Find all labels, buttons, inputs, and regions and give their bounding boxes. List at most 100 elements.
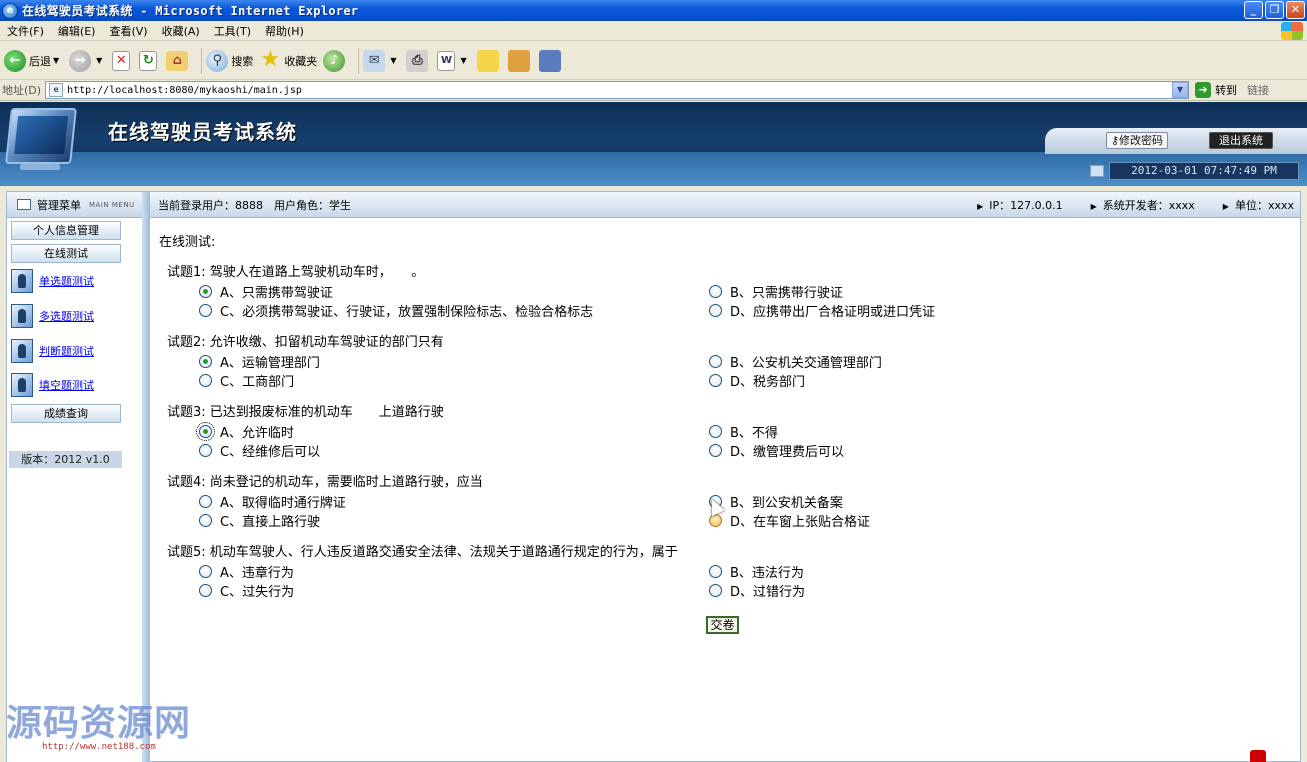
back-dropdown-icon[interactable]: ▼ (53, 56, 59, 65)
menu-icon (17, 199, 31, 210)
research-button[interactable] (507, 49, 533, 72)
messenger-button[interactable] (538, 49, 564, 72)
radio-button[interactable] (199, 374, 212, 387)
option-d[interactable]: D、应携带出厂合格证明或进口凭证 (677, 301, 935, 320)
edit-button[interactable]: W ▼ (437, 50, 470, 71)
option-d[interactable]: D、缴管理费后可以 (677, 441, 844, 460)
print-button[interactable]: ⎙ (406, 49, 431, 72)
menu-help[interactable]: 帮助(H) (258, 23, 311, 39)
restore-button[interactable]: ❐ (1265, 1, 1284, 19)
radio-button[interactable] (199, 304, 212, 317)
sidebar-link-multi-choice[interactable]: 多选题测试 (11, 302, 121, 330)
question-2: 试题2: 允许收缴、扣留机动车驾驶证的部门只有 A、运输管理部门 B、公安机关交通管… (167, 334, 1287, 390)
question-title: 试题5: 机动车驾驶人、行人违反道路交通安全法律、法规关于道路通行规定的行为，属… (167, 545, 678, 560)
radio-button[interactable] (709, 565, 722, 578)
link-label[interactable]: 多选题测试 (39, 308, 94, 324)
link-label[interactable]: 判断题测试 (39, 343, 94, 359)
sidebar-divider[interactable] (142, 192, 150, 762)
question-1: 试题1: 驾驶人在道路上驾驶机动车时， 。 A、只需携带驾驶证 B、只需携带行驶证 C… (167, 264, 1287, 320)
option-d[interactable]: D、税务部门 (677, 371, 805, 390)
stop-button[interactable]: ✕ (112, 50, 133, 71)
option-b[interactable]: B、不得 (677, 422, 778, 441)
option-d[interactable]: D、在车窗上张贴合格证 (677, 511, 870, 530)
menu-favorites[interactable]: 收藏(A) (155, 23, 207, 39)
option-c[interactable]: C、经维修后可以 (167, 441, 677, 460)
mail-dropdown-icon[interactable]: ▼ (390, 56, 396, 65)
home-button[interactable]: ⌂ (166, 50, 191, 71)
sidebar-item-scores[interactable]: 成绩查询 (11, 404, 121, 423)
radio-button[interactable] (709, 584, 722, 597)
developer-text: 系统开发者：xxxx (1102, 199, 1195, 212)
option-c[interactable]: C、过失行为 (167, 581, 677, 600)
minimize-button[interactable]: _ (1244, 1, 1263, 19)
sidebar-link-single-choice[interactable]: 单选题测试 (11, 267, 121, 295)
link-label[interactable]: 填空题测试 (39, 377, 94, 393)
radio-button[interactable] (199, 495, 212, 508)
radio-button[interactable] (709, 374, 722, 387)
media-button[interactable]: ♪ (323, 49, 348, 72)
edit-dropdown-icon[interactable]: ▼ (460, 56, 466, 65)
option-label: C、工商部门 (220, 375, 295, 390)
radio-button[interactable] (709, 355, 722, 368)
radio-button[interactable] (709, 304, 722, 317)
links-button[interactable]: 链接 (1247, 82, 1269, 98)
menu-title: 管理菜单 (37, 198, 81, 212)
back-arrow-icon: ← (4, 49, 26, 72)
radio-button[interactable] (196, 422, 215, 441)
menu-file[interactable]: 文件(F) (0, 23, 51, 39)
main-frame: 管理菜单 MAIN MENU 当前登录用户：8888 用户角色：学生 ▶ IP：1… (6, 191, 1301, 762)
go-button[interactable]: ➜ 转到 (1195, 82, 1237, 98)
sidebar-link-true-false[interactable]: 判断题测试 (11, 337, 121, 365)
option-label: B、到公安机关备案 (730, 496, 843, 511)
radio-button[interactable] (199, 444, 212, 457)
radio-button[interactable] (199, 514, 212, 527)
option-c[interactable]: C、工商部门 (167, 371, 677, 390)
radio-button[interactable] (709, 285, 722, 298)
option-c[interactable]: C、必须携带驾驶证、行驶证，放置强制保险标志、检验合格标志 (167, 301, 677, 320)
forward-button[interactable]: → ▼ (69, 49, 106, 72)
option-b[interactable]: B、到公安机关备案 (677, 492, 843, 511)
discuss-button[interactable] (476, 49, 502, 72)
address-input[interactable]: e http://localhost:8080/mykaoshi/main.js… (45, 81, 1190, 99)
close-button[interactable]: ✕ (1286, 1, 1305, 19)
option-d[interactable]: D、过错行为 (677, 581, 805, 600)
sidebar-item-personal-info[interactable]: 个人信息管理 (11, 221, 121, 240)
radio-button[interactable] (199, 285, 212, 298)
option-a[interactable]: A、取得临时通行牌证 (167, 492, 677, 511)
option-b[interactable]: B、违法行为 (677, 562, 804, 581)
address-dropdown-icon[interactable]: ▼ (1172, 82, 1189, 98)
change-password-button[interactable]: ⚷修改密码 (1106, 132, 1168, 149)
option-label: A、违章行为 (220, 566, 294, 581)
radio-button[interactable] (709, 444, 722, 457)
forward-dropdown-icon[interactable]: ▼ (96, 56, 102, 65)
link-label[interactable]: 单选题测试 (39, 273, 94, 289)
menu-bar: 文件(F) 编辑(E) 查看(V) 收藏(A) 工具(T) 帮助(H) (0, 21, 1307, 41)
radio-button[interactable] (199, 355, 212, 368)
radio-button[interactable] (709, 425, 722, 438)
submit-button[interactable]: 交卷 (706, 616, 739, 634)
menu-edit[interactable]: 编辑(E) (51, 23, 103, 39)
sidebar-link-fill-blank[interactable]: 填空题测试 (11, 371, 121, 399)
option-a[interactable]: A、只需携带驾驶证 (167, 282, 677, 301)
radio-button[interactable] (199, 584, 212, 597)
menu-view[interactable]: 查看(V) (102, 23, 154, 39)
refresh-button[interactable]: ↻ (139, 50, 160, 71)
option-a[interactable]: A、运输管理部门 (167, 352, 677, 371)
option-a[interactable]: A、违章行为 (167, 562, 677, 581)
question-title: 试题4: 尚未登记的机动车，需要临时上道路行驶，应当 (167, 475, 483, 490)
question-title: 试题2: 允许收缴、扣留机动车驾驶证的部门只有 (167, 335, 444, 350)
logout-button[interactable]: 退出系统 (1209, 132, 1273, 149)
sidebar-item-online-test[interactable]: 在线测试 (11, 244, 121, 263)
option-a[interactable]: A、允许临时 (167, 422, 677, 441)
mail-button[interactable]: ✉ ▼ (363, 49, 400, 72)
menu-tools[interactable]: 工具(T) (207, 23, 258, 39)
favorites-button[interactable]: ★ 收藏夹 (259, 48, 317, 72)
address-url[interactable]: http://localhost:8080/mykaoshi/main.jsp (67, 85, 302, 96)
search-button[interactable]: ⚲ 搜索 (206, 49, 253, 72)
radio-button[interactable] (199, 565, 212, 578)
option-c[interactable]: C、直接上路行驶 (167, 511, 677, 530)
back-button[interactable]: ← 后退 ▼ (4, 49, 63, 72)
option-b[interactable]: B、公安机关交通管理部门 (677, 352, 882, 371)
toolbar-separator (358, 47, 360, 74)
option-b[interactable]: B、只需携带行驶证 (677, 282, 843, 301)
